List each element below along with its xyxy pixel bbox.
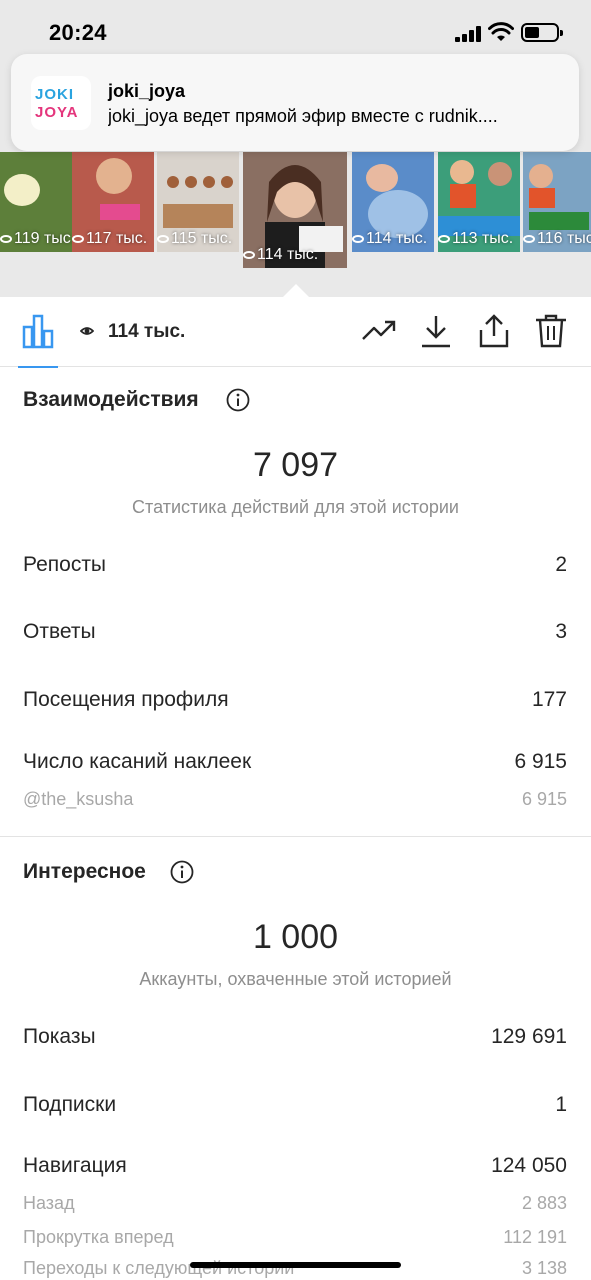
replies-label: Ответы [23, 620, 96, 643]
navigation-label: Навигация [23, 1154, 127, 1177]
story-preview-area: 20:24 119 тыс. 117 тыс. 115 тыс. 114 тыс… [0, 0, 591, 297]
discovery-caption: Аккаунты, охваченные этой историей [139, 969, 452, 989]
section-divider [0, 836, 591, 837]
navigation-value: 124 050 [491, 1154, 567, 1177]
impressions-value: 129 691 [491, 1025, 567, 1048]
view-count: 117 тыс. [72, 230, 147, 248]
sticker-mention-label: @the_ksusha [23, 789, 134, 809]
status-time: 20:24 [49, 20, 107, 45]
profile-visits-value: 177 [531, 688, 567, 711]
follows-value: 1 [555, 1093, 567, 1116]
insights-tab[interactable] [18, 297, 58, 368]
trash-icon[interactable] [533, 313, 569, 349]
status-bar: 20:24 [0, 0, 591, 62]
story-thumbnail[interactable]: 117 тыс. [72, 152, 154, 252]
info-icon[interactable] [226, 388, 250, 412]
story-thumbnails[interactable]: 119 тыс. 117 тыс. 115 тыс. 114 тыс. 114 … [0, 152, 591, 270]
view-count: 114 тыс. [243, 246, 318, 264]
forward-label: Прокрутка вперед [23, 1227, 174, 1247]
reposts-label: Репосты [23, 553, 107, 576]
notification-text: joki_joya ведет прямой эфир вместе с rud… [108, 106, 498, 126]
reposts-value: 2 [555, 553, 567, 576]
story-thumbnail[interactable]: 119 тыс. [0, 152, 82, 252]
story-thumbnail-active[interactable]: 114 тыс. [243, 152, 347, 268]
bar-chart-icon [22, 314, 54, 349]
share-icon[interactable] [476, 313, 512, 349]
story-thumbnail[interactable]: 113 тыс. [438, 152, 520, 252]
trending-up-icon[interactable] [361, 313, 397, 349]
story-thumbnail[interactable]: 115 тыс. [157, 152, 239, 252]
info-icon[interactable] [170, 860, 194, 884]
sticker-taps-value: 6 915 [514, 750, 567, 773]
views-count: 114 тыс. [108, 321, 186, 342]
battery-icon [521, 23, 563, 42]
cellular-signal-icon [455, 26, 483, 42]
joki-joya-logo: JOKI JOYA [31, 76, 91, 130]
impressions-label: Показы [23, 1025, 96, 1048]
back-value: 2 883 [521, 1193, 567, 1213]
view-count: 113 тыс. [438, 230, 513, 248]
story-insights-toolbar: 114 тыс. [0, 297, 591, 368]
view-count: 115 тыс. [157, 230, 232, 248]
selected-thumbnail-pointer [283, 284, 309, 297]
follows-label: Подписки [23, 1093, 117, 1116]
live-notification-banner[interactable]: JOKI JOYA joki_joya joki_joya ведет прям… [11, 54, 579, 151]
active-tab-indicator [18, 366, 58, 368]
discovery-title: Интересное [23, 860, 146, 883]
forward-value: 112 191 [503, 1227, 567, 1247]
sticker-taps-label: Число касаний наклеек [23, 750, 252, 773]
home-indicator[interactable] [190, 1262, 401, 1268]
story-thumbnail[interactable]: 114 тыс. [352, 152, 434, 252]
eye-icon [80, 327, 94, 335]
view-count: 116 тыс. [523, 230, 591, 248]
next-story-value: 3 138 [521, 1258, 567, 1278]
download-icon[interactable] [418, 313, 454, 349]
sticker-mention-value: 6 915 [521, 789, 567, 809]
view-count: 119 тыс. [0, 230, 75, 248]
profile-visits-label: Посещения профиля [23, 688, 229, 711]
notification-title: joki_joya [108, 81, 186, 101]
interactions-caption: Статистика действий для этой истории [132, 497, 459, 517]
back-label: Назад [23, 1193, 75, 1213]
interactions-title: Взаимодействия [23, 388, 199, 411]
wifi-icon [488, 22, 514, 41]
discovery-total: 1 000 [252, 918, 339, 956]
replies-value: 3 [555, 620, 567, 643]
interactions-total: 7 097 [252, 446, 339, 484]
story-thumbnail[interactable]: 116 тыс. [523, 152, 591, 252]
view-count: 114 тыс. [352, 230, 427, 248]
